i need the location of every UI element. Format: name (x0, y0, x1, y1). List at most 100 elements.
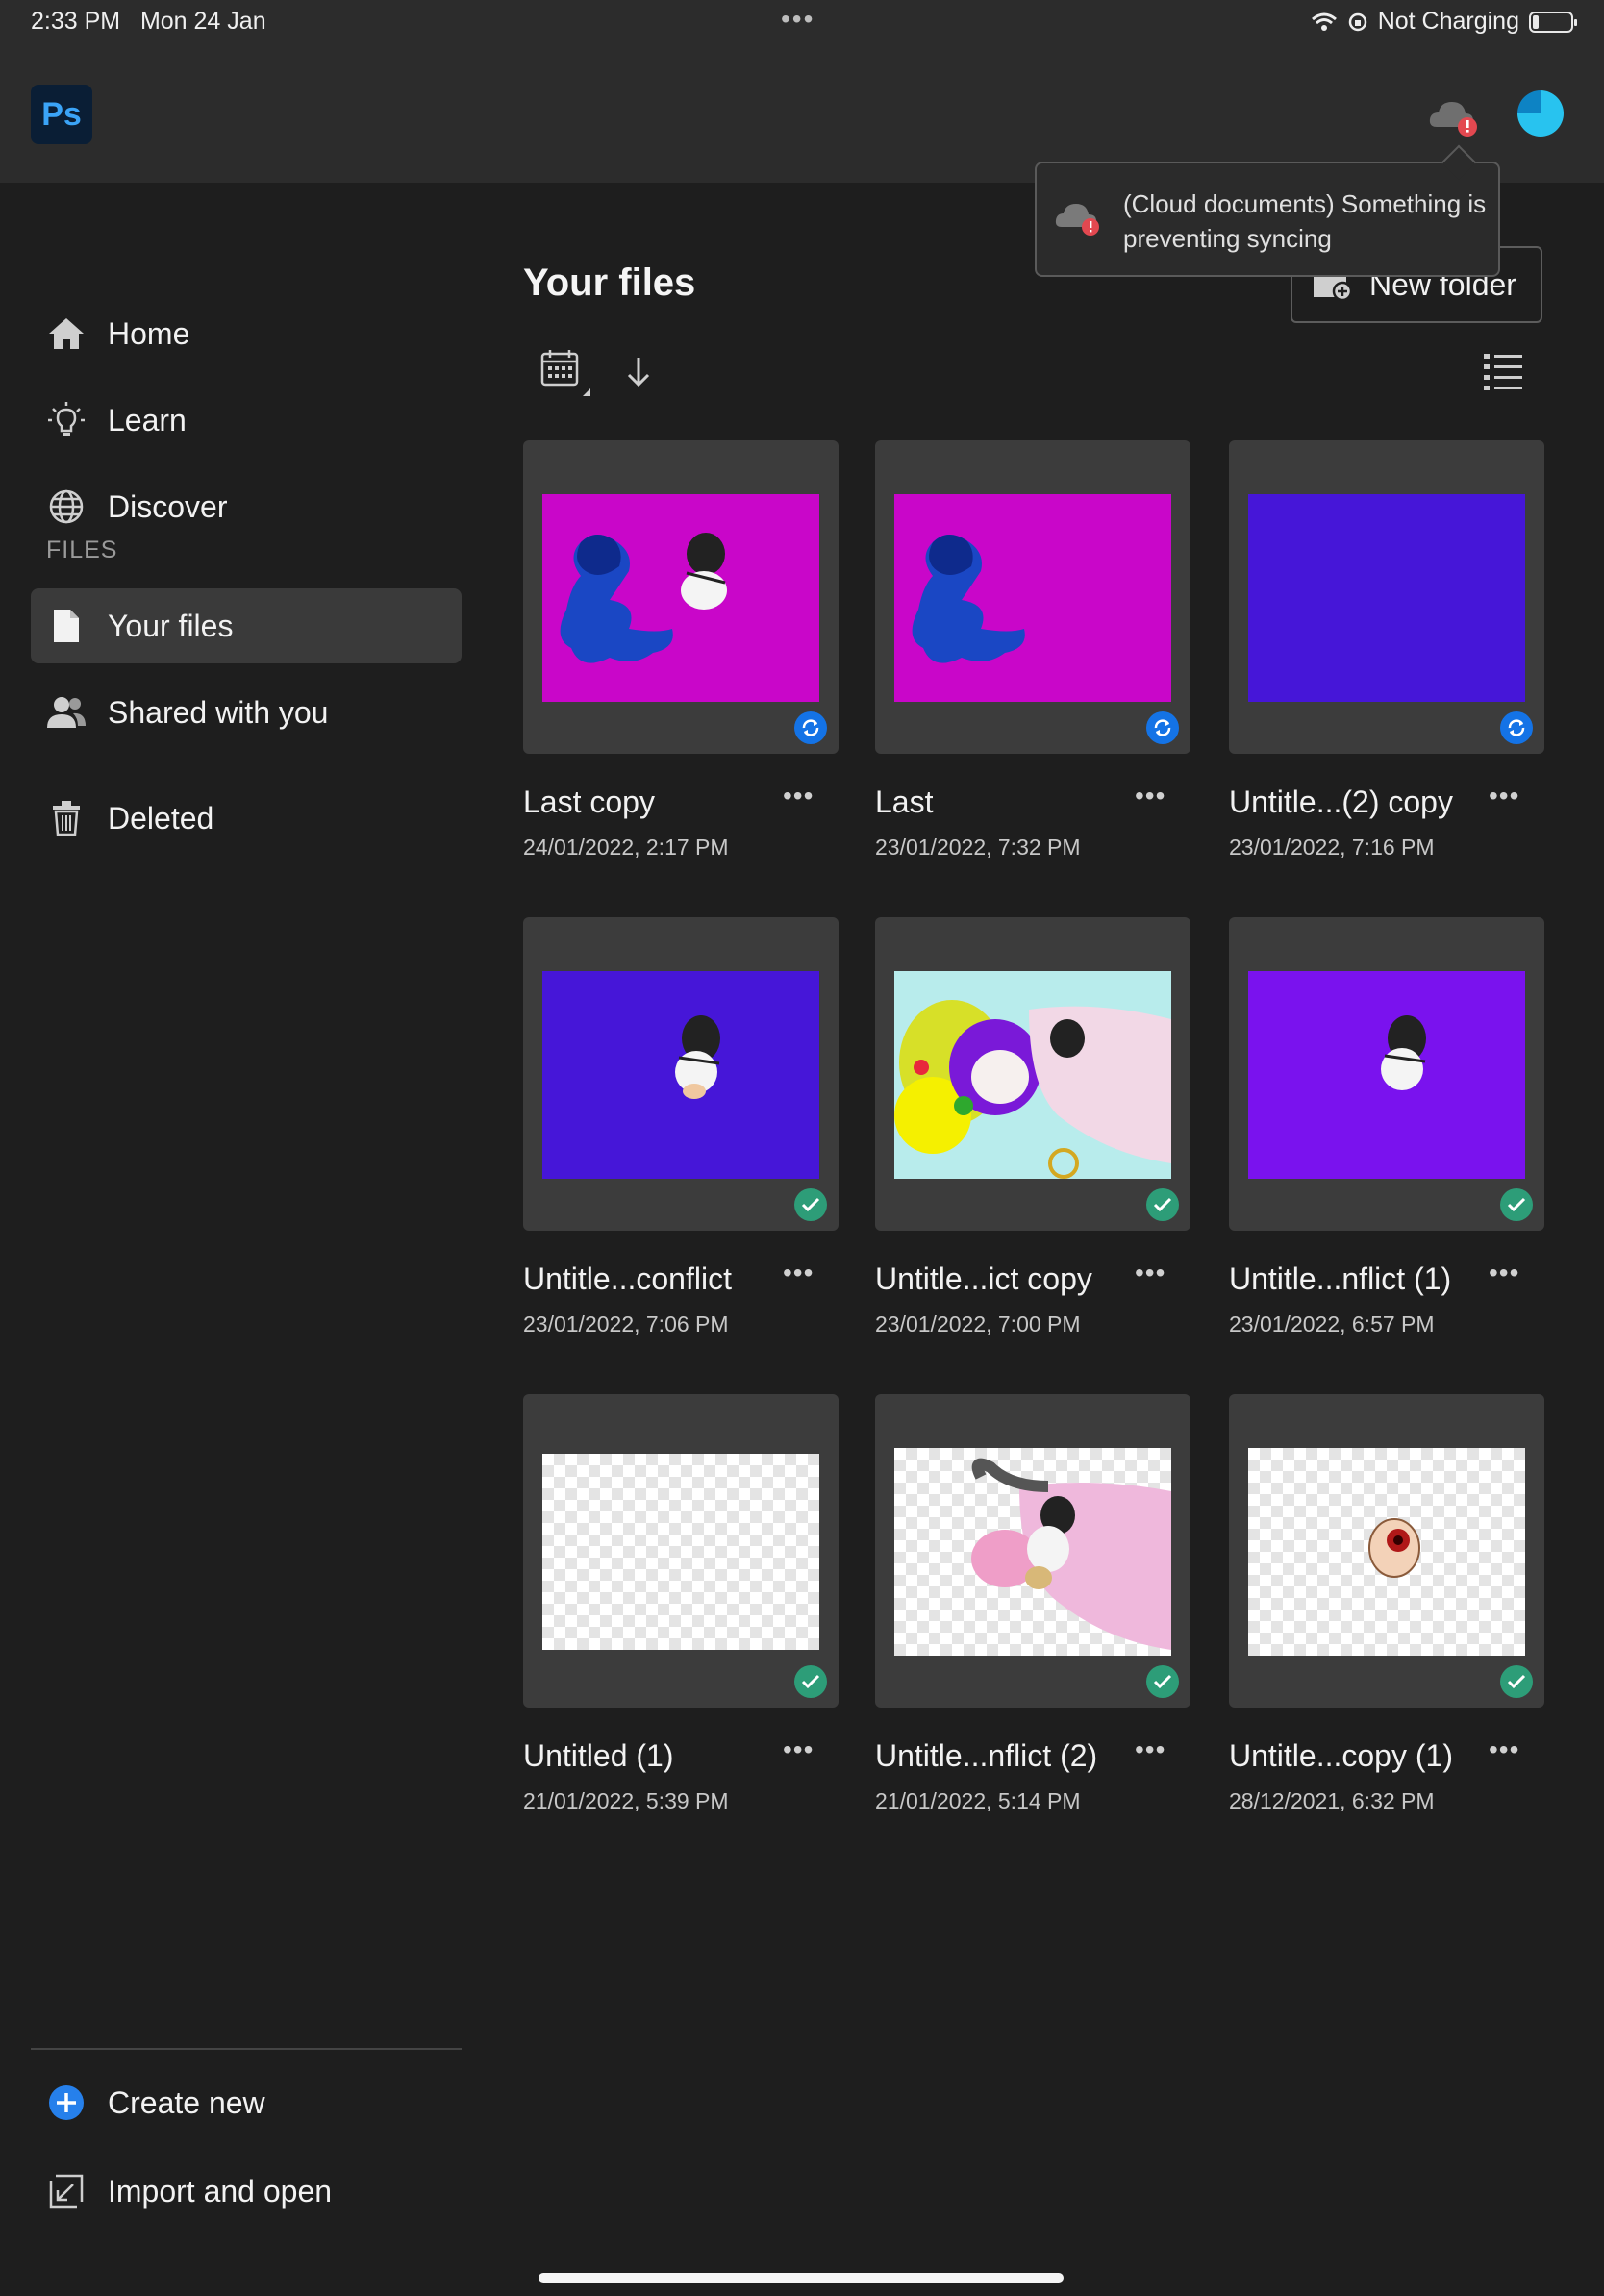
more-options-icon[interactable]: ••• (1135, 1258, 1165, 1288)
import-and-open-button[interactable]: Import and open (31, 2154, 462, 2229)
files-section-label: FILES (46, 537, 118, 563)
file-card[interactable] (1229, 917, 1544, 1231)
synced-check-icon (1500, 1188, 1533, 1221)
wifi-icon (1311, 12, 1337, 31)
create-new-button[interactable]: Create new (31, 2065, 462, 2140)
sidebar-item-label: Discover (108, 488, 228, 524)
more-options-icon[interactable]: ••• (783, 781, 814, 811)
file-thumbnail (542, 971, 819, 1179)
sidebar-item-home[interactable]: Home (31, 296, 462, 371)
charging-status: Not Charging (1377, 8, 1519, 35)
file-card[interactable] (523, 440, 839, 754)
synced-check-icon (1146, 1188, 1179, 1221)
home-indicator[interactable] (539, 2273, 1064, 2283)
file-date: 21/01/2022, 5:39 PM (523, 1788, 729, 1813)
sidebar-item-label: Home (108, 315, 190, 351)
file-thumbnail (1248, 494, 1525, 702)
file-name: Untitled (1) (523, 1738, 674, 1773)
file-card[interactable] (1229, 1394, 1544, 1708)
file-date: 23/01/2022, 7:00 PM (875, 1311, 1081, 1336)
file-thumbnail (542, 494, 819, 702)
file-name: Untitle...(2) copy (1229, 785, 1453, 819)
sidebar-item-discover[interactable]: Discover (31, 469, 462, 544)
file-date: 23/01/2022, 7:06 PM (523, 1311, 729, 1336)
synced-check-icon (1146, 1665, 1179, 1698)
more-options-icon[interactable]: ••• (783, 1734, 814, 1765)
file-thumbnail (1248, 971, 1525, 1179)
more-options-icon[interactable]: ••• (1489, 781, 1519, 811)
file-card[interactable] (1229, 440, 1544, 754)
home-icon (44, 312, 88, 356)
file-thumbnail (1248, 1448, 1525, 1656)
file-thumbnail (894, 971, 1171, 1179)
people-icon (44, 690, 88, 735)
sidebar-divider (31, 2048, 462, 2050)
trash-icon (44, 796, 88, 840)
sort-by-date-icon[interactable] (539, 346, 596, 404)
battery-level (1533, 14, 1539, 29)
file-date: 28/12/2021, 6:32 PM (1229, 1788, 1435, 1813)
file-name: Last (875, 785, 934, 819)
file-card[interactable] (523, 917, 839, 1231)
synced-check-icon (794, 1188, 827, 1221)
file-card[interactable] (875, 1394, 1190, 1708)
file-date: 23/01/2022, 7:16 PM (1229, 835, 1435, 860)
status-time: 2:33 PM Mon 24 Jan (31, 8, 266, 36)
globe-icon (44, 485, 88, 529)
syncing-status-icon (1146, 711, 1179, 744)
file-name: Untitle...ict copy (875, 1261, 1092, 1296)
status-clock: 2:33 PM (31, 8, 121, 35)
add-circle-icon (44, 2081, 88, 2125)
more-options-icon[interactable]: ••• (1135, 1734, 1165, 1765)
file-date: 24/01/2022, 2:17 PM (523, 835, 729, 860)
file-card[interactable] (875, 440, 1190, 754)
file-date: 23/01/2022, 6:57 PM (1229, 1311, 1435, 1336)
tooltip-text: (Cloud documents) Something is preventin… (1123, 189, 1487, 253)
sidebar-item-learn[interactable]: Learn (31, 383, 462, 458)
syncing-status-icon (794, 711, 827, 744)
cloud-error-icon (1055, 204, 1099, 236)
more-options-icon[interactable]: ••• (1135, 781, 1165, 811)
sort-direction-arrow-icon[interactable] (621, 352, 656, 392)
sidebar-item-deleted[interactable]: Deleted (31, 781, 462, 856)
orientation-lock-icon (1348, 12, 1366, 31)
sidebar-item-shared[interactable]: Shared with you (31, 675, 462, 750)
sidebar-item-label: Learn (108, 402, 187, 437)
file-card[interactable] (523, 1394, 839, 1708)
more-options-icon[interactable]: ••• (1489, 1258, 1519, 1288)
battery-icon (1529, 11, 1577, 33)
document-icon (44, 604, 88, 648)
sidebar-item-your-files[interactable]: Your files (31, 588, 462, 663)
file-thumbnail (894, 1448, 1171, 1656)
import-icon (44, 2169, 88, 2213)
more-options-icon[interactable]: ••• (783, 1258, 814, 1288)
cloud-sync-error-icon[interactable] (1427, 96, 1481, 138)
file-date: 23/01/2022, 7:32 PM (875, 835, 1081, 860)
status-right: Not Charging (1311, 8, 1577, 36)
file-name: Untitle...copy (1) (1229, 1738, 1453, 1773)
syncing-status-icon (1500, 711, 1533, 744)
page-title: Your files (523, 262, 696, 304)
file-thumbnail (894, 494, 1171, 702)
sidebar-item-label: Shared with you (108, 694, 329, 730)
file-date: 21/01/2022, 5:14 PM (875, 1788, 1081, 1813)
file-thumbnail (542, 1454, 819, 1650)
create-new-label: Create new (108, 2084, 265, 2120)
status-date: Mon 24 Jan (139, 8, 266, 35)
user-avatar[interactable] (1517, 90, 1564, 137)
sidebar: Home Learn Discover FILES Your files Sha… (0, 183, 471, 2296)
list-view-icon[interactable] (1481, 348, 1525, 392)
import-and-open-label: Import and open (108, 2173, 333, 2209)
synced-check-icon (1500, 1665, 1533, 1698)
file-name: Untitle...nflict (1) (1229, 1261, 1452, 1296)
sync-error-tooltip: (Cloud documents) Something is preventin… (1035, 162, 1500, 277)
more-options-icon[interactable]: ••• (1489, 1734, 1519, 1765)
file-name: Last copy (523, 785, 655, 819)
file-name: Untitle...nflict (2) (875, 1738, 1098, 1773)
status-bar: 2:33 PM Mon 24 Jan ••• Not Charging (0, 0, 1604, 46)
sidebar-item-label: Deleted (108, 800, 214, 836)
multitasking-dots-icon[interactable]: ••• (781, 4, 815, 35)
lightbulb-icon (44, 398, 88, 442)
photoshop-logo[interactable]: Ps (31, 85, 92, 144)
file-card[interactable] (875, 917, 1190, 1231)
